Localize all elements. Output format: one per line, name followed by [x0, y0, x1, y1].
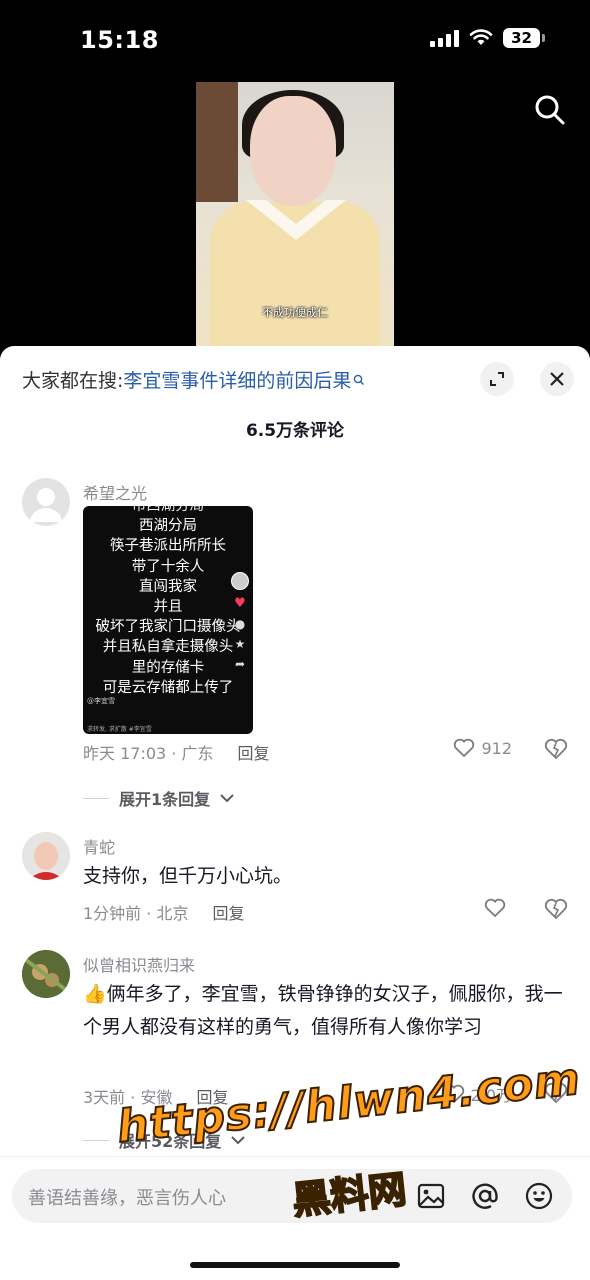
- comment-time-location: 1分钟前 · 北京: [83, 904, 189, 923]
- everyone-search-prefix: 大家都在搜:: [22, 370, 124, 392]
- battery-indicator: 32: [503, 28, 545, 48]
- video-player[interactable]: 不成功便成仁: [0, 80, 590, 346]
- comment-image-tag: 求转发, 求扩散 #李宜雪: [87, 726, 152, 733]
- reply-button[interactable]: 回复: [237, 740, 269, 764]
- comment-time-location: 昨天 17:03 · 广东: [83, 744, 214, 763]
- search-icon[interactable]: [534, 94, 566, 126]
- comment-text: 支持你，但千万小心坑。: [83, 865, 293, 887]
- comment-item: 希望之光 市西湖分局 西湖分局 筷子巷派出所所长 带了十余人 直闯我家 并且 破…: [0, 476, 590, 809]
- sheet-header: 大家都在搜: 李宜雪事件详细的前因后果: [0, 346, 590, 410]
- everyone-search-link[interactable]: 大家都在搜: 李宜雪事件详细的前因后果: [22, 366, 365, 393]
- comment-item: 青蛇 支持你，但千万小心坑。 1分钟前 · 北京 回复: [0, 832, 590, 932]
- like-button[interactable]: 2.0万: [443, 1082, 512, 1106]
- close-icon: [550, 372, 564, 386]
- dislike-icon[interactable]: [544, 1082, 568, 1104]
- cellular-signal-icon: [430, 29, 460, 47]
- avatar[interactable]: [22, 478, 70, 526]
- comment-username[interactable]: 似曾相识燕归来: [83, 952, 195, 976]
- like-button[interactable]: 912: [453, 738, 512, 758]
- image-icon[interactable]: [416, 1181, 446, 1211]
- image-comment-icon: ●: [234, 617, 246, 631]
- expand-replies-button[interactable]: 展开1条回复: [83, 786, 234, 810]
- mention-icon[interactable]: [470, 1181, 500, 1211]
- comment-meta: 1分钟前 · 北京 回复: [83, 900, 244, 924]
- home-indicator: [190, 1262, 400, 1268]
- avatar[interactable]: [22, 950, 70, 998]
- heart-icon: [484, 898, 506, 918]
- expand-icon: [490, 372, 504, 386]
- heart-icon: [443, 1084, 464, 1104]
- expand-button[interactable]: [480, 362, 514, 396]
- video-frame: 不成功便成仁: [196, 82, 394, 346]
- comment-meta: 昨天 17:03 · 广东 回复: [83, 740, 269, 764]
- emoji-icon[interactable]: [524, 1181, 554, 1211]
- default-avatar-icon: [30, 488, 62, 522]
- heart-icon: [454, 738, 475, 758]
- comment-count: 6.5万条评论: [245, 421, 345, 441]
- comment-time-location: 3天前 · 安徽: [83, 1088, 173, 1107]
- comment-username[interactable]: 希望之光: [83, 480, 147, 504]
- user-avatar-image: [22, 832, 70, 880]
- reply-button[interactable]: 回复: [196, 1084, 228, 1108]
- comment-username[interactable]: 青蛇: [83, 834, 115, 858]
- small-search-icon: [354, 374, 365, 385]
- comment-item: 似曾相识燕归来 👍俩年多了，李宜雪，铁骨铮铮的女汉子，佩服你，我一个男人都没有这…: [0, 950, 590, 1160]
- status-time: 15:18: [80, 26, 159, 54]
- image-share-icon: ➦: [234, 657, 246, 671]
- comment-image-author: @李宜雪: [87, 697, 115, 705]
- user-avatar-image: [22, 950, 70, 998]
- expand-replies-button[interactable]: 展开52条回复: [83, 1128, 245, 1152]
- dislike-icon[interactable]: [544, 738, 568, 760]
- status-bar: 15:18 32: [0, 0, 590, 80]
- image-heart-icon: ♥: [234, 596, 246, 611]
- comment-meta: 3天前 · 安徽 回复: [83, 1084, 228, 1108]
- comment-input-bar: 善语结善缘，恶言伤人心: [0, 1156, 590, 1236]
- chevron-down-icon: [231, 1136, 245, 1145]
- expand-replies-label: 展开52条回复: [119, 1132, 222, 1151]
- image-star-icon: ★: [234, 637, 246, 651]
- comment-text: 👍俩年多了，李宜雪，铁骨铮铮的女汉子，佩服你，我一个男人都没有这样的勇气，值得所…: [83, 983, 563, 1038]
- avatar[interactable]: [22, 832, 70, 880]
- expand-replies-label: 展开1条回复: [119, 790, 211, 809]
- reply-button[interactable]: 回复: [212, 900, 244, 924]
- comment-input[interactable]: 善语结善缘，恶言伤人心: [12, 1169, 572, 1223]
- wifi-icon: [469, 29, 493, 45]
- comment-image-text: 市西湖分局 西湖分局 筷子巷派出所所长 带了十余人 直闯我家 并且 破坏了我家门…: [95, 506, 241, 696]
- comment-image[interactable]: 市西湖分局 西湖分局 筷子巷派出所所长 带了十余人 直闯我家 并且 破坏了我家门…: [83, 506, 253, 734]
- comment-image-sidebar: ♥ ● ★ ➦: [231, 572, 249, 671]
- close-button[interactable]: [540, 362, 574, 396]
- like-count: 2.0万: [470, 1086, 512, 1105]
- comment-input-placeholder: 善语结善缘，恶言伤人心: [28, 1188, 226, 1209]
- like-count: 912: [481, 738, 512, 758]
- dislike-icon[interactable]: [544, 898, 568, 920]
- status-icons: 32: [430, 28, 545, 48]
- everyone-search-query: 李宜雪事件详细的前因后果: [123, 370, 352, 392]
- image-avatar-icon: [231, 572, 249, 590]
- chevron-down-icon: [220, 794, 234, 803]
- video-subtitle: 不成功便成仁: [262, 306, 328, 319]
- like-button[interactable]: [484, 898, 512, 918]
